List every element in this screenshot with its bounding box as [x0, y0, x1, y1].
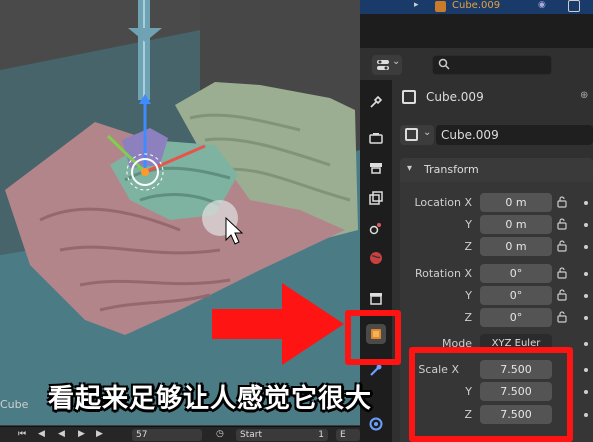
- tab-collection[interactable]: [366, 288, 386, 308]
- lock-icon[interactable]: [557, 267, 567, 279]
- output-icon: [370, 163, 382, 174]
- annotation-box-object-tab: [345, 310, 401, 365]
- prev-key-icon[interactable]: ◀: [38, 429, 45, 439]
- render-icon: [369, 133, 383, 144]
- outliner-expand-icon[interactable]: ▸: [414, 0, 419, 10]
- keyframe-dot[interactable]: [584, 368, 588, 372]
- keyframe-dot[interactable]: [584, 342, 588, 346]
- tool-icon: [370, 95, 383, 108]
- video-subtitle: 看起来足够让人感觉它很大: [48, 384, 373, 414]
- search-icon: [438, 58, 450, 70]
- viewport-scene: [0, 0, 360, 425]
- world-icon: [370, 252, 382, 264]
- annotation-arrow: [212, 283, 344, 365]
- keyframe-dot[interactable]: [584, 294, 588, 298]
- outliner-visibility-icon[interactable]: ◉: [538, 0, 546, 10]
- tab-scene[interactable]: [366, 218, 386, 238]
- blender-window: Cube ⏮ ◀ ◀ ▶ ▶ 57 ◷ Start 1 E ▸ Cube.009…: [0, 0, 593, 442]
- lock-icon[interactable]: [557, 218, 567, 230]
- scene-icon: [369, 223, 381, 235]
- start-label: Start: [240, 430, 262, 440]
- keyframe-dot[interactable]: [584, 390, 588, 394]
- wrench-icon: [370, 364, 382, 376]
- rotation-x-field[interactable]: 0°: [480, 264, 552, 283]
- view-layer-icon: [369, 191, 383, 205]
- play-icon[interactable]: ▶: [78, 429, 85, 439]
- rotation-x-label: Rotation X: [414, 267, 472, 280]
- keyframe-dot[interactable]: [584, 272, 588, 276]
- jump-start-icon[interactable]: ⏮: [18, 429, 26, 439]
- 3d-viewport[interactable]: Cube: [0, 0, 360, 442]
- tab-physics[interactable]: [366, 414, 386, 434]
- chevron-down-icon: ▾: [407, 163, 413, 174]
- clock-icon: ◷: [216, 429, 224, 439]
- keyframe-dot[interactable]: [584, 413, 588, 417]
- collection-icon: [370, 293, 382, 305]
- outliner-object-name[interactable]: Cube.009: [452, 0, 500, 11]
- rotation-z-label: Z: [464, 311, 472, 324]
- rotation-z-field[interactable]: 0°: [480, 308, 552, 327]
- keyframe-dot[interactable]: [584, 245, 588, 249]
- current-frame-field[interactable]: 57: [132, 429, 202, 441]
- tab-view-layer[interactable]: [366, 188, 386, 208]
- tab-render[interactable]: [366, 128, 386, 148]
- properties-search-input[interactable]: [432, 55, 552, 75]
- rotation-y-label: Y: [465, 289, 472, 302]
- keyframe-dot[interactable]: [584, 316, 588, 320]
- keyframe-dot[interactable]: [584, 223, 588, 227]
- tab-output[interactable]: [366, 158, 386, 178]
- rotation-y-field[interactable]: 0°: [480, 286, 552, 305]
- annotation-box-scale: [409, 347, 573, 442]
- location-x-label: Location X: [414, 196, 472, 209]
- start-frame-field[interactable]: Start 1: [236, 429, 328, 441]
- object-header-name: Cube.009: [426, 90, 484, 104]
- location-y-label: Y: [465, 218, 472, 231]
- chevron-down-icon: ⌄: [392, 56, 401, 67]
- lock-icon[interactable]: [557, 289, 567, 301]
- keyframe-dot[interactable]: [584, 201, 588, 205]
- viewport-object-name: Cube: [0, 398, 29, 411]
- properties-editor-icon: [377, 60, 389, 70]
- play-reverse-icon[interactable]: ◀: [58, 429, 65, 439]
- outliner-object-icon: [435, 1, 446, 12]
- location-z-field[interactable]: 0 m: [480, 237, 552, 256]
- chevron-down-icon: ⌄: [423, 127, 432, 138]
- transform-title: Transform: [424, 163, 479, 176]
- lock-icon[interactable]: [557, 196, 567, 208]
- lock-icon[interactable]: [557, 311, 567, 323]
- next-key-icon[interactable]: ▶: [96, 429, 103, 439]
- tab-world[interactable]: [366, 248, 386, 268]
- start-value: 1: [318, 430, 324, 440]
- location-z-label: Z: [464, 240, 472, 253]
- object-data-icon: [402, 90, 416, 104]
- pin-icon[interactable]: ⊕: [580, 90, 588, 101]
- timeline-bar: ⏮ ◀ ◀ ▶ ▶ 57 ◷ Start 1 E: [0, 426, 360, 442]
- physics-icon: [369, 417, 383, 431]
- area-separator: [360, 14, 593, 48]
- location-y-field[interactable]: 0 m: [480, 215, 552, 234]
- outliner-checkbox[interactable]: [568, 0, 580, 12]
- location-x-field[interactable]: 0 m: [480, 193, 552, 212]
- tab-tool[interactable]: [366, 92, 386, 112]
- object-square-icon: [405, 128, 418, 141]
- object-name-field[interactable]: Cube.009: [436, 125, 593, 145]
- end-frame-field[interactable]: E: [336, 429, 360, 441]
- lock-icon[interactable]: [557, 240, 567, 252]
